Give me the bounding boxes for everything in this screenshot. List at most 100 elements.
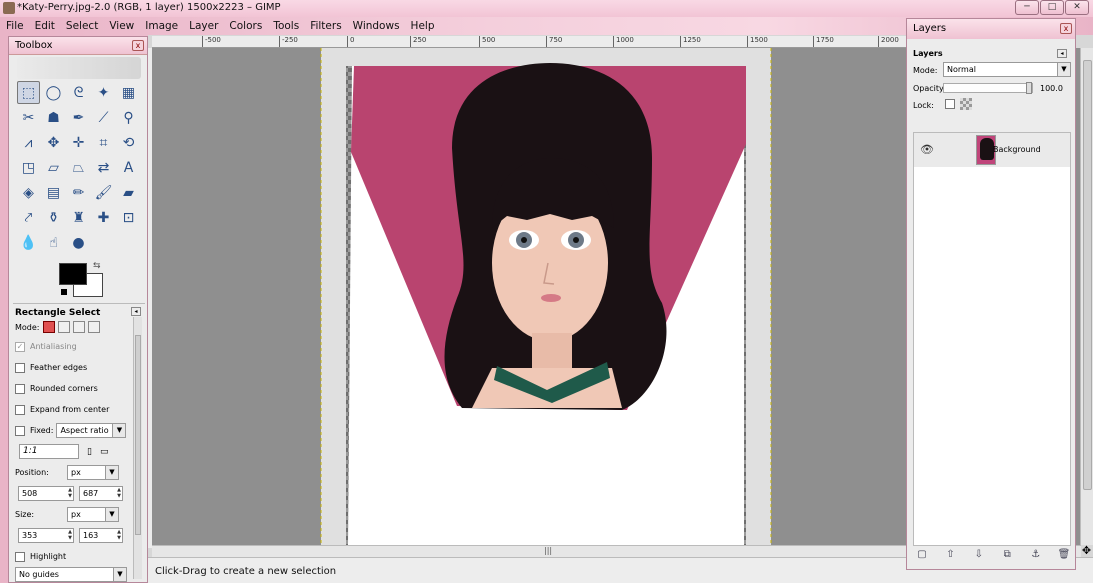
mode-subtract-button[interactable] (72, 321, 85, 333)
swap-colors-icon[interactable]: ⇆ (93, 261, 101, 271)
tool-options-menu-icon[interactable]: ◂ (131, 307, 141, 316)
fixed-combo[interactable]: Aspect ratio ▼ (56, 423, 127, 438)
blend-icon[interactable]: ▤ (42, 181, 65, 204)
paintbrush-icon[interactable]: 🖌 (92, 181, 115, 204)
layers-close-button[interactable]: x (1060, 23, 1072, 34)
pencil-icon[interactable]: ✏ (67, 181, 90, 204)
portrait-icon[interactable]: ▯ (87, 447, 92, 457)
lock-pixels-checkbox[interactable] (945, 99, 955, 109)
highlight-checkbox[interactable] (15, 551, 25, 562)
size-height-input[interactable]: 163 ▲ ▼ (79, 528, 123, 543)
menu-help[interactable]: Help (411, 20, 435, 32)
perspective-icon[interactable]: ⏢ (67, 156, 90, 179)
eraser-icon[interactable]: ▰ (117, 181, 140, 204)
close-window-button[interactable]: ✕ (1065, 0, 1089, 15)
tool-options-scroll-thumb[interactable] (135, 335, 141, 535)
guides-combo[interactable]: No guides ▼ (15, 566, 127, 582)
toolbox-close-button[interactable]: x (132, 40, 144, 51)
spin-arrows-icon[interactable]: ▲ ▼ (67, 529, 73, 542)
menu-tools[interactable]: Tools (273, 20, 299, 32)
dodge-burn-icon[interactable]: ● (67, 231, 90, 254)
spin-arrows-icon[interactable]: ▲ ▼ (67, 487, 73, 500)
foreground-select-icon[interactable]: ☗ (42, 106, 65, 129)
layer-mode-combo[interactable]: Normal ▼ (943, 62, 1071, 77)
crop-icon[interactable]: ⌗ (92, 131, 115, 154)
mode-intersect-button[interactable] (87, 321, 100, 333)
antialiasing-checkbox[interactable]: ✓ (15, 341, 25, 352)
menu-select[interactable]: Select (66, 20, 98, 32)
ellipse-select-icon[interactable]: ◯ (42, 81, 65, 104)
eye-icon[interactable]: 👁 (920, 143, 934, 156)
measure-icon[interactable]: ⩘ (17, 131, 40, 154)
free-select-icon[interactable]: ᘓ (67, 81, 90, 104)
opacity-value[interactable]: 100.0 (1040, 84, 1063, 93)
vscroll-thumb[interactable] (1083, 60, 1092, 490)
anchor-layer-icon[interactable]: ⚓ (1029, 549, 1043, 560)
duplicate-layer-icon[interactable]: ⧉ (1000, 549, 1014, 560)
position-x-input[interactable]: 508 ▲ ▼ (18, 486, 74, 501)
color-picker-icon[interactable]: ⟋ (92, 106, 115, 129)
raise-layer-icon[interactable]: ⇧ (943, 549, 957, 560)
position-unit-combo[interactable]: px ▼ (67, 465, 119, 480)
clone-icon[interactable]: ♜ (67, 206, 90, 229)
ratio-field[interactable]: 1:1 (19, 444, 79, 459)
menu-view[interactable]: View (109, 20, 134, 32)
landscape-icon[interactable]: ▭ (100, 447, 109, 457)
paths-icon[interactable]: ✒ (67, 106, 90, 129)
move-icon[interactable]: ✥ (42, 131, 65, 154)
fixed-checkbox[interactable] (15, 425, 25, 436)
ink-icon[interactable]: ⚱ (42, 206, 65, 229)
size-width-input[interactable]: 353 ▲ ▼ (18, 528, 74, 543)
tool-options-scrollbar[interactable] (133, 317, 142, 579)
horizontal-ruler[interactable]: -500 -250 0 250 500 750 1000 1250 1500 1… (152, 36, 906, 48)
rotate-icon[interactable]: ⟲ (117, 131, 140, 154)
perspective-clone-icon[interactable]: ⊡ (117, 206, 140, 229)
bucket-fill-icon[interactable]: ◈ (17, 181, 40, 204)
lower-layer-icon[interactable]: ⇩ (972, 549, 986, 560)
spin-arrows-icon[interactable]: ▲ ▼ (116, 487, 122, 500)
blur-icon[interactable]: 💧 (17, 231, 40, 254)
rounded-checkbox[interactable] (15, 383, 25, 394)
fuzzy-select-icon[interactable]: ✦ (92, 81, 115, 104)
wilber-drop-zone[interactable] (17, 57, 141, 79)
scale-icon[interactable]: ◳ (17, 156, 40, 179)
menu-layer[interactable]: Layer (189, 20, 218, 32)
navigate-icon[interactable]: ✥ (1080, 545, 1093, 557)
hscroll-grip[interactable]: ||| (544, 546, 552, 555)
position-y-input[interactable]: 687 ▲ ▼ (79, 486, 123, 501)
airbrush-icon[interactable]: ⤤ (17, 206, 40, 229)
smudge-icon[interactable]: ☝ (42, 231, 65, 254)
lock-alpha-icon[interactable] (960, 98, 972, 110)
flip-icon[interactable]: ⇄ (92, 156, 115, 179)
delete-layer-icon[interactable]: 🗑 (1057, 549, 1071, 560)
feather-checkbox[interactable] (15, 362, 25, 373)
select-by-color-icon[interactable]: ▦ (117, 81, 140, 104)
shear-icon[interactable]: ▱ (42, 156, 65, 179)
menu-filters[interactable]: Filters (310, 20, 341, 32)
size-unit-combo[interactable]: px ▼ (67, 507, 119, 522)
new-layer-icon[interactable]: ▢ (915, 549, 929, 560)
vertical-scrollbar[interactable] (1080, 48, 1093, 545)
mode-replace-button[interactable] (42, 321, 55, 333)
layer-row[interactable]: 👁 Background (914, 133, 1070, 167)
menu-file[interactable]: File (6, 20, 24, 32)
mode-add-button[interactable] (57, 321, 70, 333)
zoom-icon[interactable]: ⚲ (117, 106, 140, 129)
heal-icon[interactable]: ✚ (92, 206, 115, 229)
default-colors-icon[interactable] (61, 289, 67, 295)
menu-colors[interactable]: Colors (229, 20, 262, 32)
opacity-slider-handle[interactable] (1026, 82, 1032, 94)
maximize-button[interactable]: □ (1040, 0, 1064, 15)
menu-edit[interactable]: Edit (35, 20, 55, 32)
text-icon[interactable]: A (117, 156, 140, 179)
spin-arrows-icon[interactable]: ▲ ▼ (116, 529, 122, 542)
menu-windows[interactable]: Windows (353, 20, 400, 32)
align-icon[interactable]: ✛ (67, 131, 90, 154)
scissors-select-icon[interactable]: ✂ (17, 106, 40, 129)
minimize-button[interactable]: ─ (1015, 0, 1039, 15)
foreground-color[interactable] (59, 263, 87, 285)
layers-menu-icon[interactable]: ◂ (1057, 49, 1067, 58)
expand-checkbox[interactable] (15, 404, 25, 415)
opacity-slider[interactable] (943, 82, 1033, 94)
rect-select-icon[interactable]: ⬚ (17, 81, 40, 104)
